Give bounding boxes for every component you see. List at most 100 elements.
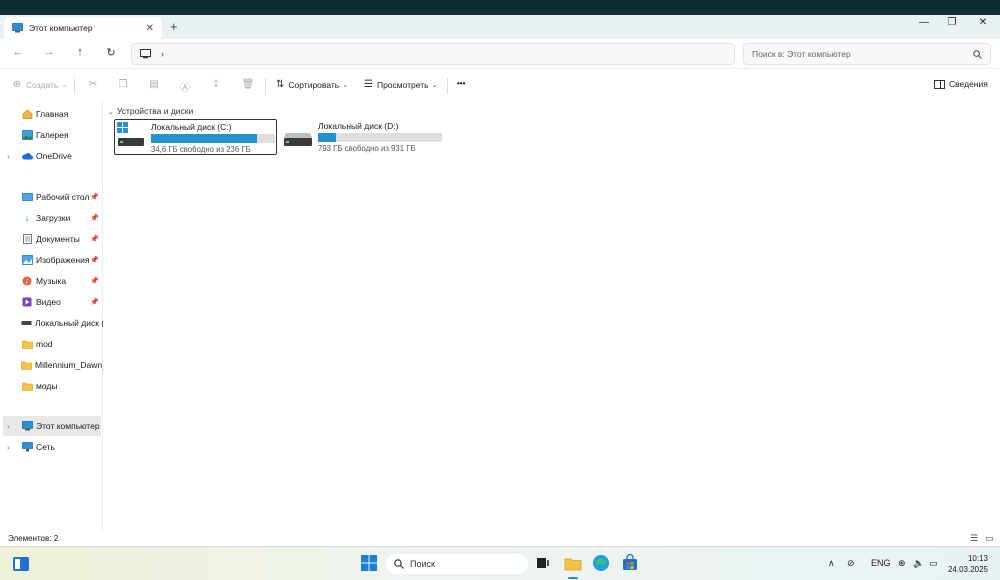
tab-bar: Этот компьютер ✕ + — ❐ ✕ — [0, 15, 1000, 39]
battery-icon[interactable]: ▭ — [929, 558, 938, 569]
sidebar-item-home[interactable]: Главная — [0, 104, 103, 124]
sidebar-item-this-pc[interactable]: › Этот компьютер — [3, 416, 101, 436]
sort-label: Сортировать — [288, 79, 340, 90]
sidebar-item-video[interactable]: Видео 📌 — [0, 292, 103, 312]
sidebar-item-downloads[interactable]: ↓ Загрузки 📌 — [0, 208, 103, 228]
language-indicator[interactable]: ENG — [871, 558, 891, 568]
video-icon — [21, 297, 33, 307]
sidebar-item-pictures[interactable]: Изображения 📌 — [0, 250, 103, 270]
section-header[interactable]: ⌄ Устройства и диски — [108, 106, 193, 116]
details-pane-icon — [934, 79, 945, 89]
breadcrumb-chevron-icon[interactable]: › — [161, 49, 164, 59]
chevron-down-icon: ⌄ — [342, 81, 349, 89]
sidebar-item-music[interactable]: ♪ Музыка 📌 — [0, 271, 103, 291]
more-options-button[interactable]: ••• — [457, 79, 465, 88]
chevron-down-icon: ⌄ — [108, 109, 114, 116]
sidebar-item-label: Главная — [36, 109, 69, 119]
drive-usage-fill — [318, 133, 337, 142]
globe-icon[interactable]: ⊕ — [898, 558, 906, 569]
sidebar-item-label: Изображения — [36, 255, 90, 265]
computer-icon — [12, 23, 23, 33]
details-label: Сведения — [949, 79, 988, 89]
folder-icon — [21, 360, 32, 370]
share-icon[interactable]: ⇪ — [209, 79, 223, 90]
tray-overflow-icon[interactable]: ∧ — [828, 558, 835, 569]
details-button[interactable]: Сведения — [934, 79, 988, 89]
view-button[interactable]: ☰ Просмотреть ⌄ — [364, 79, 437, 90]
sidebar-item-gallery[interactable]: Галерея — [0, 125, 103, 145]
up-button[interactable]: ↑ — [72, 46, 88, 58]
drive-name: Локальный диск (D:) — [318, 121, 399, 131]
sidebar-item-mod[interactable]: mod — [0, 334, 103, 354]
store-icon[interactable] — [621, 553, 641, 574]
clock-time: 10:13 — [967, 554, 988, 563]
chevron-right-icon[interactable]: › — [7, 152, 10, 161]
sidebar-item-desktop[interactable]: Рабочий стол 📌 — [0, 187, 103, 207]
sidebar-item-label: Этот компьютер — [36, 421, 100, 431]
new-tab-button[interactable]: + — [170, 19, 178, 34]
download-icon: ↓ — [24, 213, 30, 223]
delete-icon[interactable]: 🗑 — [241, 79, 255, 90]
pin-icon: 📌 — [90, 278, 99, 285]
chevron-down-icon: ⌄ — [61, 81, 68, 89]
sidebar-item-label: OneDrive — [36, 151, 72, 161]
copy-icon[interactable]: ❐ — [116, 79, 130, 90]
chevron-down-icon: ⌄ — [431, 81, 438, 89]
sidebar-item-mody[interactable]: моды — [0, 376, 103, 396]
sidebar-item-network[interactable]: › Сеть — [0, 437, 103, 457]
top-strip — [0, 0, 1000, 15]
forward-button[interactable]: → — [41, 46, 57, 58]
sidebar-item-label: mod — [36, 339, 53, 349]
plus-circle-icon: ⊕ — [12, 79, 22, 90]
tiles-view-icon[interactable]: ▭ — [985, 533, 994, 544]
cut-icon[interactable]: ✂ — [86, 79, 100, 90]
drive-d-tile[interactable]: Локальный диск (D:) 793 ГБ свободно из 9… — [282, 119, 445, 155]
svg-text:♪: ♪ — [25, 278, 29, 286]
taskbar-search[interactable]: Поиск — [386, 554, 528, 574]
home-icon — [21, 109, 33, 119]
file-explorer-icon[interactable] — [563, 554, 583, 579]
task-view-icon[interactable] — [534, 554, 554, 574]
sidebar-item-documents[interactable]: Документы 📌 — [0, 229, 103, 249]
sort-icon: ⇅ — [276, 79, 285, 90]
sidebar-item-millennium[interactable]: Millennium_Dawn_a — [0, 355, 103, 375]
address-bar[interactable]: › — [131, 43, 735, 65]
chevron-right-icon[interactable]: › — [7, 443, 10, 452]
paste-icon[interactable]: ▤ — [147, 79, 161, 90]
sort-button[interactable]: ⇅ Сортировать ⌄ — [276, 79, 348, 90]
minimize-button[interactable]: — — [914, 17, 934, 28]
tab-close-button[interactable]: ✕ — [146, 23, 154, 34]
drive-name: Локальный диск (C:) — [151, 122, 232, 132]
taskbar-search-label: Поиск — [410, 559, 435, 569]
tab-this-pc[interactable]: Этот компьютер ✕ — [4, 17, 162, 39]
maximize-button[interactable]: ❐ — [942, 17, 962, 28]
sidebar-item-drive-d[interactable]: Локальный диск (D:) — [0, 313, 103, 333]
search-placeholder: Поиск в: Этот компьютер — [752, 49, 851, 59]
widgets-icon[interactable] — [11, 554, 31, 574]
chevron-right-icon[interactable]: › — [7, 422, 10, 431]
volume-icon[interactable]: 🔈 — [913, 558, 924, 569]
rename-icon[interactable]: Ⓐ — [178, 79, 192, 94]
back-button[interactable]: ← — [10, 46, 26, 58]
drive-free-space: 793 ГБ свободно из 931 ГБ — [318, 144, 416, 153]
folder-icon — [21, 339, 33, 349]
gallery-icon — [21, 130, 33, 140]
edge-icon[interactable] — [592, 554, 612, 574]
sidebar-item-label: моды — [36, 381, 58, 391]
details-view-icon[interactable]: ☰ — [970, 533, 978, 544]
drive-c-tile[interactable]: Локальный диск (C:) 34,6 ГБ свободно из … — [114, 119, 277, 155]
clock[interactable]: 10:13 24.03.2025 — [944, 553, 988, 575]
sidebar-item-label: Загрузки — [36, 213, 71, 223]
hide-icon[interactable]: ⊘ — [847, 558, 855, 569]
search-input[interactable]: Поиск в: Этот компьютер — [743, 43, 991, 65]
create-button[interactable]: ⊕ Создать ⌄ — [10, 79, 67, 90]
pictures-icon — [21, 255, 33, 265]
start-icon[interactable] — [360, 554, 380, 574]
sidebar-item-label: Millennium_Dawn_a — [35, 360, 103, 370]
sidebar-item-onedrive[interactable]: › OneDrive — [0, 146, 103, 166]
refresh-button[interactable]: ↻ — [103, 46, 119, 59]
close-window-button[interactable]: ✕ — [973, 17, 993, 28]
sidebar-item-label: Документы — [36, 234, 80, 244]
cloud-icon — [21, 151, 33, 161]
computer-icon — [140, 49, 151, 59]
